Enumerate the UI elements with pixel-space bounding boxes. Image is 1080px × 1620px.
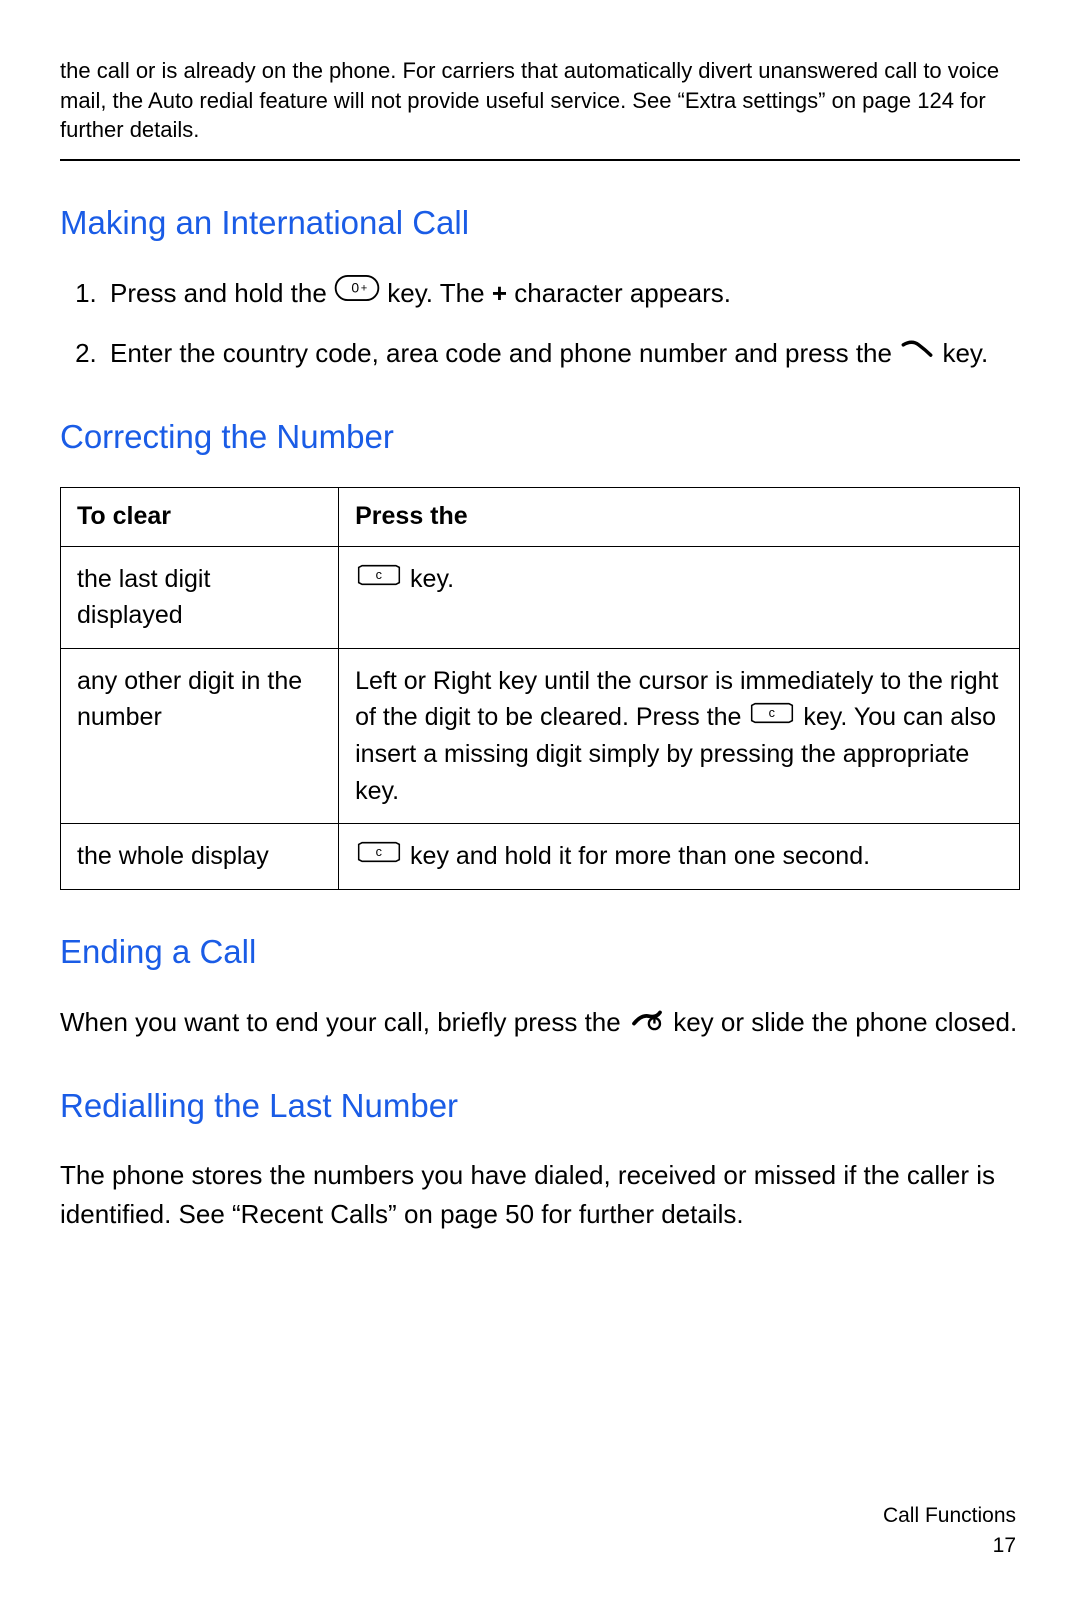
zero-plus-key-icon: [334, 273, 380, 312]
intl-step-1: Press and hold the key. The + character …: [104, 274, 1020, 315]
table-row: the whole display key and hold it for mo…: [61, 823, 1020, 890]
top-carryover-note: the call or is already on the phone. For…: [60, 56, 1020, 161]
cell-any-digit: any other digit in the number: [61, 648, 339, 823]
intl-steps-list: Press and hold the key. The + character …: [60, 274, 1020, 375]
ending-text-a: When you want to end your call, briefly …: [60, 1007, 628, 1037]
cell-any-digit-action: Left or Right key until the cursor is im…: [339, 648, 1020, 823]
page: the call or is already on the phone. For…: [0, 0, 1080, 1620]
ending-text-b: key or slide the phone closed.: [673, 1007, 1017, 1037]
intl-step1-text-b: key. The: [387, 278, 492, 308]
cell-whole-display-action: key and hold it for more than one second…: [339, 823, 1020, 890]
end-key-icon: [628, 1003, 666, 1042]
cell-whole-display: the whole display: [61, 823, 339, 890]
table-row: the last digit displayed key.: [61, 547, 1020, 649]
c-key-icon: [355, 560, 403, 596]
c-key-icon: [355, 837, 403, 873]
heading-international-call: Making an International Call: [60, 201, 1020, 246]
plus-char: +: [492, 278, 507, 308]
table-header-row: To clear Press the: [61, 488, 1020, 547]
intl-step2-text-a: Enter the country code, area code and ph…: [110, 338, 899, 368]
heading-ending-call: Ending a Call: [60, 930, 1020, 975]
intl-step1-text-c: character appears.: [507, 278, 731, 308]
correcting-table: To clear Press the the last digit displa…: [60, 487, 1020, 890]
footer-page-number: 17: [883, 1531, 1016, 1560]
cell-text: key and hold it for more than one second…: [403, 842, 870, 870]
c-key-icon: [748, 698, 796, 734]
intl-step2-text-b: key.: [942, 338, 988, 368]
table-row: any other digit in the number Left or Ri…: [61, 648, 1020, 823]
send-key-icon: [899, 334, 935, 373]
page-footer: Call Functions 17: [883, 1501, 1016, 1560]
th-to-clear: To clear: [61, 488, 339, 547]
intl-step1-text-a: Press and hold the: [110, 278, 334, 308]
cell-last-digit-action: key.: [339, 547, 1020, 649]
ending-call-text: When you want to end your call, briefly …: [60, 1003, 1020, 1044]
heading-redialling: Redialling the Last Number: [60, 1084, 1020, 1129]
footer-section-name: Call Functions: [883, 1501, 1016, 1530]
cell-last-digit: the last digit displayed: [61, 547, 339, 649]
redial-text: The phone stores the numbers you have di…: [60, 1156, 1020, 1234]
intl-step-2: Enter the country code, area code and ph…: [104, 334, 1020, 375]
cell-text: key.: [403, 565, 454, 593]
th-press-the: Press the: [339, 488, 1020, 547]
heading-correcting-number: Correcting the Number: [60, 415, 1020, 460]
